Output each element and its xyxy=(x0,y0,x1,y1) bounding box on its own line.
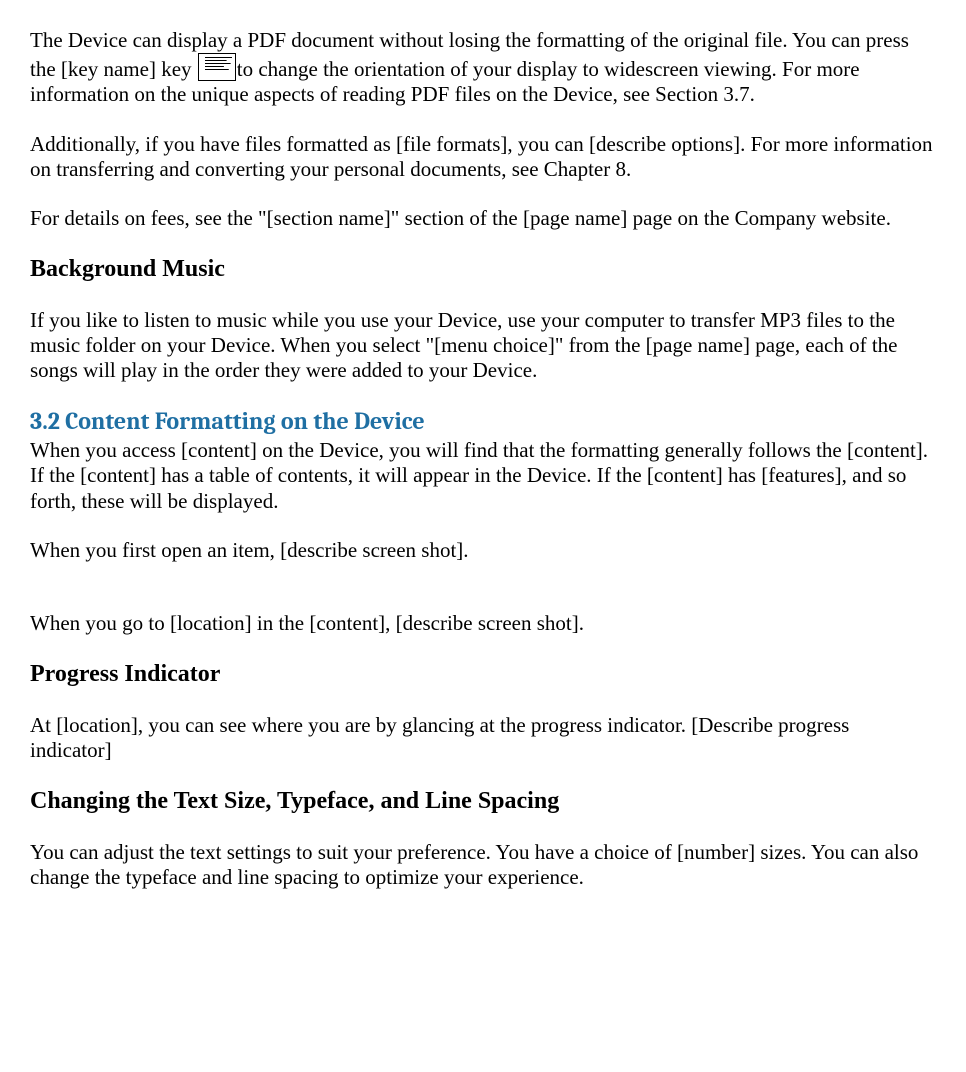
heading-text-size: Changing the Text Size, Typeface, and Li… xyxy=(30,787,936,816)
key-thumbnail-icon xyxy=(198,53,236,81)
paragraph-files: Additionally, if you have files formatte… xyxy=(30,132,936,182)
paragraph-text-size: You can adjust the text settings to suit… xyxy=(30,840,936,890)
paragraph-pdf: The Device can display a PDF document wi… xyxy=(30,28,936,108)
heading-background-music: Background Music xyxy=(30,255,936,284)
paragraph-fees: For details on fees, see the "[section n… xyxy=(30,206,936,231)
paragraph-formatting: When you access [content] on the Device,… xyxy=(30,438,936,514)
heading-section-3-2: 3.2 Content Formatting on the Device xyxy=(30,407,936,436)
paragraph-music: If you like to listen to music while you… xyxy=(30,308,936,384)
paragraph-goto: When you go to [location] in the [conten… xyxy=(30,611,936,636)
heading-progress-indicator: Progress Indicator xyxy=(30,660,936,689)
paragraph-progress: At [location], you can see where you are… xyxy=(30,713,936,763)
paragraph-first-open: When you first open an item, [describe s… xyxy=(30,538,936,563)
